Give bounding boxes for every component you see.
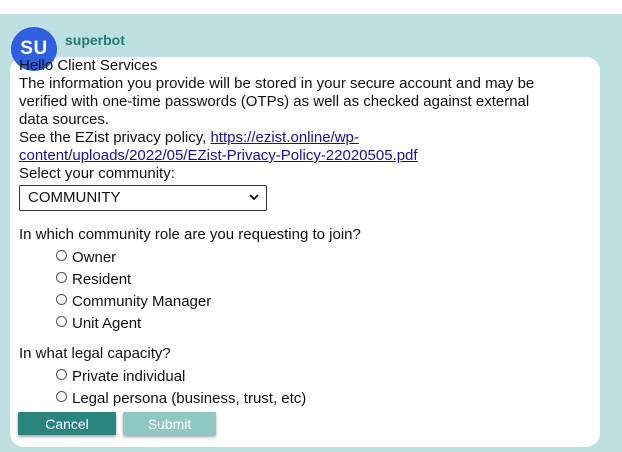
role-option-unit-agent[interactable]: Unit Agent: [56, 313, 589, 335]
radio-button[interactable]: [56, 249, 67, 261]
legal-option-label: Private individual: [72, 368, 186, 385]
privacy-policy-link-continued[interactable]: content/uploads/2022/05/EZist-Privacy-Po…: [19, 147, 418, 164]
role-option-label: Resident: [72, 271, 132, 288]
bot-name: superbot: [65, 32, 125, 48]
radio-button[interactable]: [56, 390, 67, 402]
legal-option-label: Legal persona (business, trust, etc): [72, 390, 307, 407]
chevron-down-icon: [248, 190, 260, 209]
info-text-line-2: verified with one-time passwords (OTPs) …: [19, 93, 530, 110]
community-select-value: COMMUNITY: [28, 189, 121, 206]
radio-button[interactable]: [56, 368, 67, 380]
role-option-resident[interactable]: Resident: [56, 269, 589, 291]
info-text-line-1: The information you provide will be stor…: [19, 75, 535, 92]
privacy-policy-line: See the EZist privacy policy, https://ez…: [19, 129, 589, 147]
radio-button[interactable]: [56, 293, 67, 305]
role-option-label: Unit Agent: [72, 315, 142, 332]
role-option-label: Owner: [72, 249, 117, 266]
submit-button[interactable]: Submit: [123, 412, 216, 435]
role-options: Owner Resident Community Manager Unit Ag…: [56, 247, 589, 335]
role-option-owner[interactable]: Owner: [56, 247, 589, 269]
greeting-text: Hello Client Services: [19, 57, 158, 74]
message-content: Hello Client Services The information yo…: [19, 57, 589, 410]
legal-option-legal-persona[interactable]: Legal persona (business, trust, etc): [56, 388, 589, 410]
radio-button[interactable]: [56, 271, 67, 283]
privacy-policy-link[interactable]: https://ezist.online/wp-: [210, 129, 358, 146]
privacy-policy-link-line-2: content/uploads/2022/05/EZist-Privacy-Po…: [19, 147, 589, 165]
legal-question: In what legal capacity?: [19, 345, 171, 362]
role-question: In which community role are you requesti…: [19, 226, 361, 243]
privacy-policy-prefix: See the EZist privacy policy,: [19, 129, 211, 146]
role-option-label: Community Manager: [72, 293, 212, 310]
legal-option-private-individual[interactable]: Private individual: [56, 366, 589, 388]
legal-options: Private individual Legal persona (busine…: [56, 366, 589, 410]
info-text-line-3: data sources.: [19, 111, 110, 128]
community-label: Select your community:: [19, 165, 175, 182]
community-select[interactable]: COMMUNITY: [19, 185, 267, 211]
role-option-community-manager[interactable]: Community Manager: [56, 291, 589, 313]
cancel-button[interactable]: Cancel: [18, 412, 116, 435]
radio-button[interactable]: [56, 315, 67, 327]
